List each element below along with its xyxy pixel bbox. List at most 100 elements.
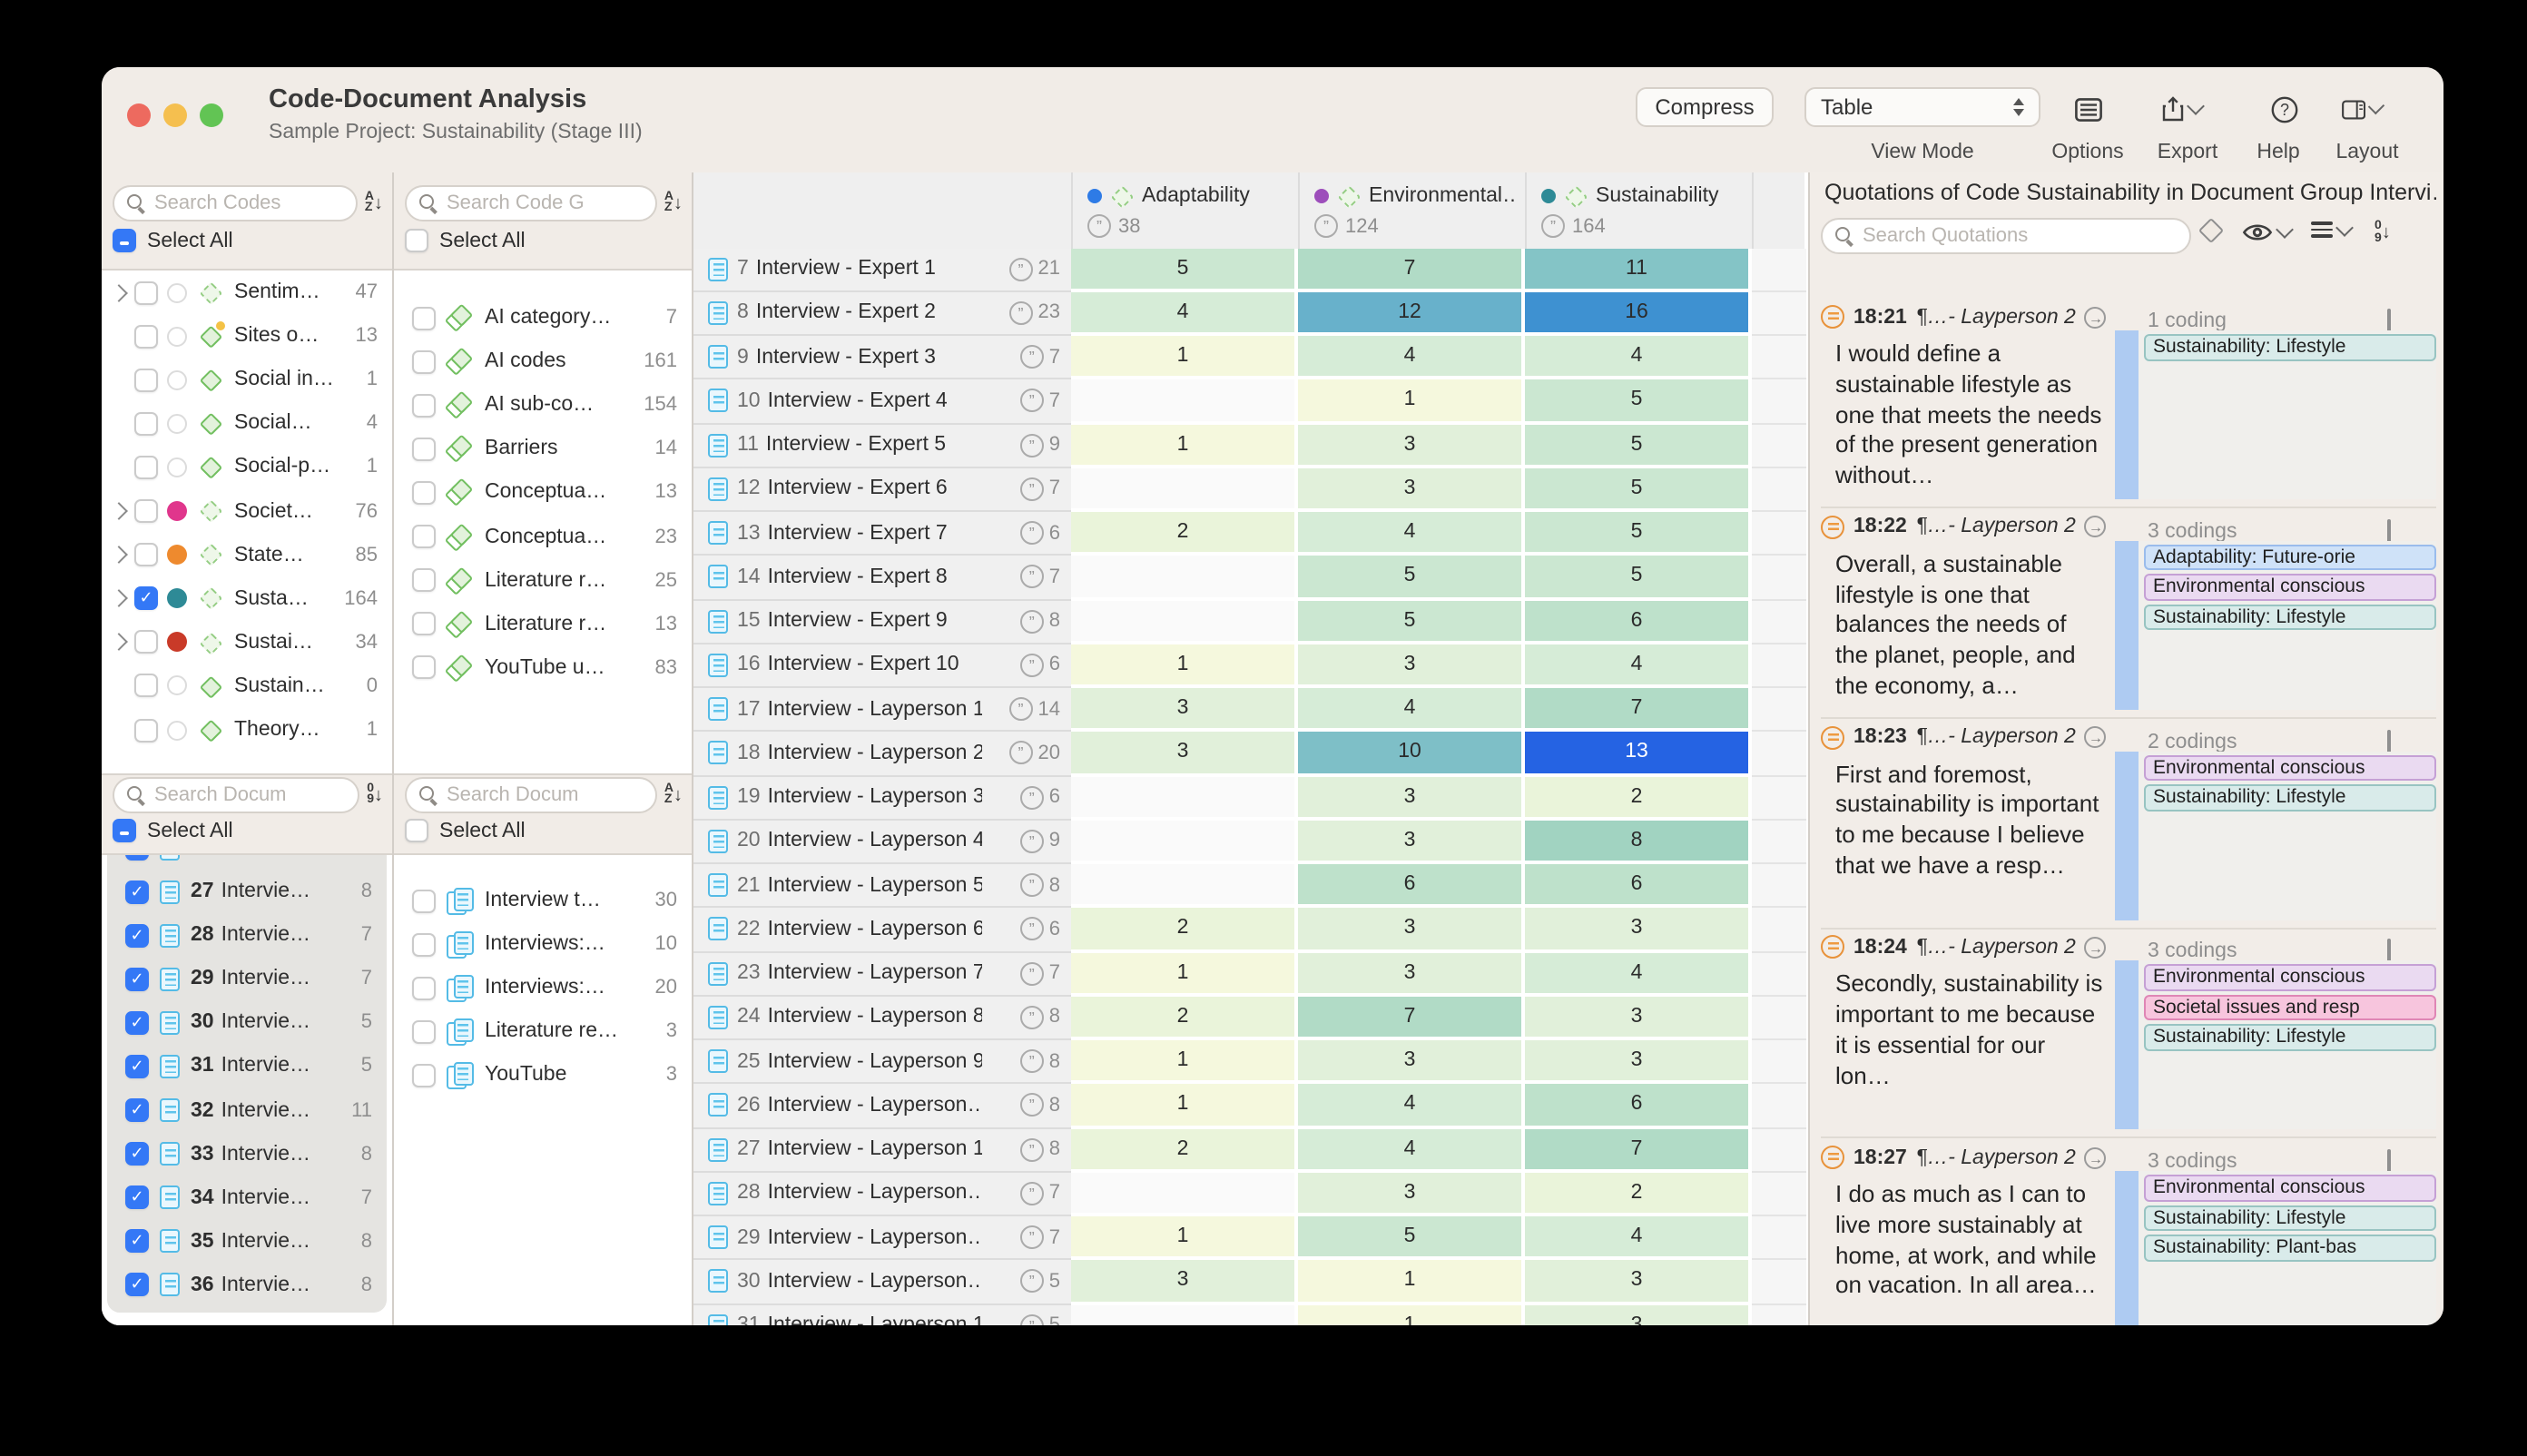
frequency-cell[interactable]: 3: [1298, 821, 1521, 861]
code-badge[interactable]: Sustainability: Lifestyle: [2144, 784, 2436, 811]
code-item[interactable]: Social-p…1: [102, 446, 392, 489]
group-checkbox[interactable]: [412, 889, 436, 912]
document-name-cell[interactable]: 17Interview - Layperson 1: [693, 688, 989, 733]
frequency-cell[interactable]: 6: [1525, 864, 1748, 905]
frequency-cell[interactable]: 5: [1525, 380, 1748, 421]
code-checkbox[interactable]: [134, 674, 158, 698]
code-item[interactable]: Sentim…47: [102, 271, 392, 314]
code-item[interactable]: Sustain…0: [102, 664, 392, 708]
code-checkbox[interactable]: [134, 499, 158, 523]
search-document-groups-field[interactable]: [405, 777, 657, 813]
frequency-cell[interactable]: 1: [1298, 1261, 1521, 1302]
chevron-right-icon[interactable]: [113, 636, 134, 649]
code-checkbox[interactable]: [134, 368, 158, 391]
frequency-cell[interactable]: 3: [1298, 1040, 1521, 1081]
az-sort-icon[interactable]: AZ↓: [664, 783, 683, 807]
code-badge[interactable]: Environmental conscious: [2144, 965, 2436, 991]
code-group-item[interactable]: Conceptua…23: [394, 515, 692, 558]
code-badge[interactable]: Environmental conscious: [2144, 1175, 2436, 1201]
document-checkbox[interactable]: [125, 1055, 149, 1078]
code-group-item[interactable]: Literature r…25: [394, 558, 692, 602]
document-checkbox[interactable]: [125, 855, 149, 860]
document-name-cell[interactable]: 31Interview - Layperson 15: [693, 1304, 989, 1325]
code-checkbox[interactable]: [134, 324, 158, 348]
document-item[interactable]: 36Intervie…8: [107, 1264, 387, 1307]
document-name-cell[interactable]: 26Interview - Layperson…: [693, 1085, 989, 1129]
frequency-cell[interactable]: 1: [1071, 336, 1294, 377]
document-name-cell[interactable]: 8Interview - Expert 2: [693, 292, 989, 337]
document-name-cell[interactable]: 24Interview - Layperson 8: [693, 997, 989, 1041]
selected-frequency-cell[interactable]: 13: [1525, 733, 1748, 773]
column-header-adaptability[interactable]: Adaptability”38: [1071, 172, 1298, 248]
frequency-cell[interactable]: 6: [1525, 600, 1748, 641]
document-item[interactable]: 30Intervie…5: [107, 1001, 387, 1045]
frequency-cell[interactable]: 5: [1071, 248, 1294, 289]
document-name-cell[interactable]: 18Interview - Layperson 2: [693, 733, 989, 777]
quotation-card[interactable]: 18:23¶…- Layperson 2→2 codingsFirst and …: [1810, 720, 2443, 923]
frequency-cell[interactable]: 4: [1525, 644, 1748, 685]
search-document-groups-input[interactable]: [447, 784, 643, 806]
code-group-item[interactable]: AI sub-co…154: [394, 383, 692, 427]
code-group-item[interactable]: YouTube u…83: [394, 646, 692, 690]
document-checkbox[interactable]: [125, 1230, 149, 1254]
document-group-item[interactable]: YouTube3: [394, 1054, 692, 1097]
frequency-cell[interactable]: 3: [1298, 776, 1521, 817]
frequency-cell[interactable]: 5: [1298, 600, 1521, 641]
frequency-cell[interactable]: 5: [1525, 468, 1748, 509]
frequency-cell[interactable]: [1071, 380, 1294, 421]
code-badge[interactable]: Sustainability: Lifestyle: [2144, 1205, 2436, 1231]
document-name-cell[interactable]: 22Interview - Layperson 6: [693, 909, 989, 953]
document-group-item[interactable]: Interview t…30: [394, 879, 692, 922]
search-quotations-input[interactable]: [1863, 225, 2177, 247]
go-to-quotation-icon[interactable]: →: [2085, 516, 2107, 538]
frequency-cell[interactable]: 7: [1298, 997, 1521, 1038]
search-code-groups-field[interactable]: [405, 185, 657, 221]
chevron-right-icon[interactable]: [113, 286, 134, 299]
frequency-cell[interactable]: 4: [1071, 292, 1294, 333]
group-checkbox[interactable]: [412, 306, 436, 330]
code-groups-select-all[interactable]: Select All: [405, 229, 526, 252]
frequency-cell[interactable]: 3: [1298, 644, 1521, 685]
select-all-checkbox[interactable]: [405, 229, 428, 252]
frequency-cell[interactable]: 3: [1525, 1304, 1748, 1325]
zoom-window-button[interactable]: [200, 103, 223, 127]
frequency-cell[interactable]: 3: [1525, 1261, 1748, 1302]
az-sort-icon[interactable]: AZ↓: [664, 192, 683, 215]
document-name-cell[interactable]: 11Interview - Expert 5: [693, 424, 989, 468]
document-name-cell[interactable]: 14Interview - Expert 8: [693, 556, 989, 601]
document-name-cell[interactable]: 29Interview - Layperson…: [693, 1216, 989, 1261]
code-group-item[interactable]: Barriers14: [394, 428, 692, 471]
frequency-cell[interactable]: 2: [1071, 909, 1294, 949]
document-checkbox[interactable]: [125, 923, 149, 947]
frequency-cell[interactable]: 3: [1298, 1173, 1521, 1214]
frequency-cell[interactable]: 4: [1298, 1128, 1521, 1169]
document-name-cell[interactable]: 12Interview - Expert 6: [693, 468, 989, 513]
view-mode-select[interactable]: Table: [1804, 87, 2040, 127]
code-checkbox[interactable]: [134, 586, 158, 610]
frequency-cell[interactable]: 3: [1298, 952, 1521, 993]
select-all-checkbox[interactable]: [113, 819, 136, 842]
group-checkbox[interactable]: [412, 1020, 436, 1044]
document-checkbox[interactable]: [125, 1274, 149, 1297]
code-badge[interactable]: Societal issues and resp: [2144, 995, 2436, 1021]
document-checkbox[interactable]: [125, 967, 149, 990]
frequency-cell[interactable]: 6: [1298, 864, 1521, 905]
document-item[interactable]: 28Intervie…7: [107, 913, 387, 957]
quotation-sort-button[interactable]: 09↓: [2375, 221, 2391, 245]
help-button[interactable]: ?: [2264, 91, 2304, 127]
frequency-cell[interactable]: 3: [1298, 468, 1521, 509]
document-checkbox[interactable]: [125, 1011, 149, 1035]
document-name-cell[interactable]: 10Interview - Expert 4: [693, 380, 989, 425]
document-item[interactable]: 27Intervie…8: [107, 870, 387, 913]
document-group-item[interactable]: Interviews:…10: [394, 922, 692, 966]
select-all-checkbox[interactable]: [113, 229, 136, 252]
group-checkbox[interactable]: [412, 1064, 436, 1087]
code-item[interactable]: Social…4: [102, 402, 392, 446]
chevron-right-icon[interactable]: [113, 592, 134, 605]
frequency-cell[interactable]: [1071, 821, 1294, 861]
group-checkbox[interactable]: [412, 568, 436, 592]
document-name-cell[interactable]: 28Interview - Layperson…: [693, 1173, 989, 1217]
frequency-cell[interactable]: 3: [1525, 909, 1748, 949]
code-badge[interactable]: Adaptability: Future-orie: [2144, 545, 2436, 571]
search-documents-field[interactable]: [113, 777, 359, 813]
